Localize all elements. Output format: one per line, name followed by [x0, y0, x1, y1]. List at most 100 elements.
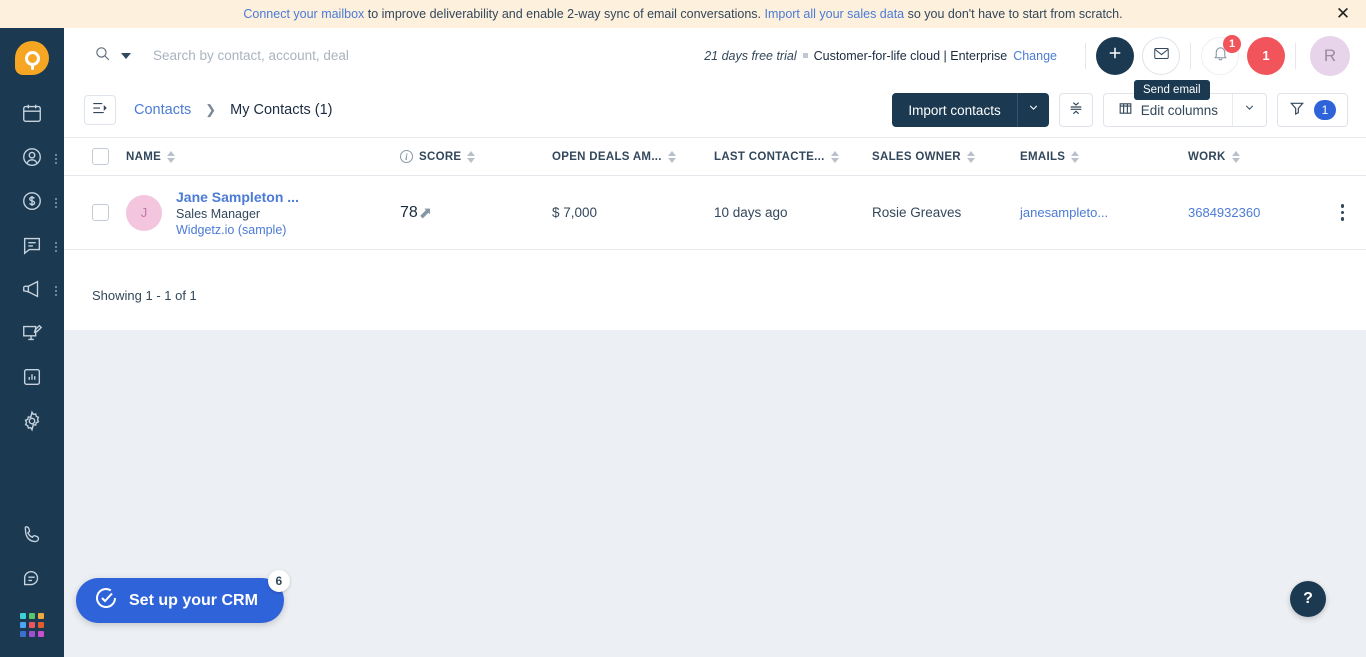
close-icon[interactable]: ✕	[1334, 5, 1352, 23]
table-row[interactable]: J Jane Sampleton ... Sales Manager Widge…	[64, 176, 1366, 250]
notifications-button[interactable]: 1	[1201, 34, 1241, 75]
cell-work-phone[interactable]: 3684932360	[1188, 205, 1328, 220]
sidebar-item-chat-support[interactable]	[0, 559, 64, 603]
sort-icon[interactable]	[966, 150, 975, 163]
column-label: OPEN DEALS AM...	[552, 150, 662, 163]
search-icon[interactable]	[94, 45, 111, 67]
import-contacts-dropdown[interactable]	[1016, 93, 1049, 127]
columns-icon	[1118, 101, 1133, 119]
import-contacts-button[interactable]: Import contacts	[892, 93, 1049, 127]
envelope-icon	[1153, 45, 1170, 67]
sort-icon[interactable]	[667, 150, 676, 163]
sidebar-item-app-switcher[interactable]	[0, 603, 64, 647]
row-density-button[interactable]	[1058, 93, 1093, 127]
sidebar-item-conversations[interactable]	[0, 225, 64, 269]
cell-name: J Jane Sampleton ... Sales Manager Widge…	[126, 189, 400, 237]
filter-button[interactable]: 1	[1277, 93, 1348, 127]
chevron-down-icon	[1243, 101, 1256, 119]
sidebar-item-web-forms[interactable]	[0, 313, 64, 357]
breadcrumb-current: My Contacts (1)	[230, 102, 333, 118]
column-header-emails[interactable]: EMAILS	[1020, 150, 1188, 163]
sidebar-item-marketing[interactable]	[0, 269, 64, 313]
column-label: EMAILS	[1020, 150, 1066, 163]
collapse-rows-icon	[1068, 100, 1084, 121]
add-button[interactable]	[1096, 36, 1134, 75]
promo-banner: Connect your mailbox to improve delivera…	[0, 0, 1366, 28]
connect-mailbox-link[interactable]: Connect your mailbox	[243, 7, 364, 21]
contact-title: Sales Manager	[176, 206, 261, 221]
row-select-cell	[64, 204, 126, 221]
cell-score: 78 ⬈	[400, 203, 552, 223]
cell-row-actions	[1328, 200, 1366, 225]
breadcrumb-contacts[interactable]: Contacts	[134, 102, 191, 118]
select-all-cell	[64, 148, 126, 165]
select-all-checkbox[interactable]	[91, 148, 109, 165]
divider	[1190, 42, 1191, 69]
divider	[1295, 42, 1296, 69]
banner-text-1: to improve deliverability and enable 2-w…	[364, 7, 765, 21]
notification-badge: 1	[1223, 34, 1241, 53]
import-sales-data-link[interactable]: Import all your sales data	[764, 7, 904, 21]
import-contacts-label: Import contacts	[892, 93, 1017, 127]
page-actions: Import contacts Edit columns 1	[892, 93, 1348, 127]
column-label: SCORE	[419, 150, 462, 163]
megaphone-icon	[21, 278, 43, 305]
help-button[interactable]: ?	[1290, 581, 1326, 617]
sort-icon[interactable]	[167, 150, 176, 163]
plus-icon	[1106, 44, 1124, 67]
caret-down-icon[interactable]	[121, 52, 131, 59]
top-app-bar: 21 days free trial Customer-for-life clo…	[64, 28, 1366, 100]
cell-open-deals: $ 7,000	[552, 205, 598, 220]
bar-chart-icon	[21, 366, 43, 393]
sidebar-more-dots[interactable]	[55, 198, 57, 208]
sidebar-item-phone[interactable]	[0, 515, 64, 559]
cell-email[interactable]: janesampleto...	[1020, 205, 1188, 220]
column-header-sales-owner[interactable]: SALES OWNER	[872, 150, 1020, 163]
column-label: NAME	[126, 150, 162, 163]
column-header-name[interactable]: NAME	[126, 150, 400, 163]
contacts-table: NAME i SCORE OPEN DEALS AM... LAST CONTA…	[64, 138, 1366, 318]
sidebar-more-dots[interactable]	[55, 154, 57, 164]
sidebar-item-settings[interactable]	[0, 401, 64, 445]
search-input[interactable]	[153, 48, 483, 63]
sort-icon[interactable]	[1071, 150, 1080, 163]
global-search	[94, 45, 483, 67]
sidebar-more-dots[interactable]	[55, 242, 57, 252]
sort-icon[interactable]	[467, 150, 476, 163]
tasks-count-button[interactable]: 1	[1247, 36, 1285, 75]
column-header-work[interactable]: WORK	[1188, 150, 1328, 163]
column-header-open-deals[interactable]: OPEN DEALS AM...	[552, 150, 714, 163]
panel-toggle-button[interactable]	[84, 95, 116, 125]
chat-icon	[21, 234, 43, 261]
sidebar-item-reports[interactable]	[0, 357, 64, 401]
setup-crm-button[interactable]: Set up your CRM 6	[76, 570, 290, 623]
banner-text-2: so you don't have to start from scratch.	[904, 7, 1123, 21]
person-circle-icon	[21, 146, 43, 173]
sidebar-item-contacts[interactable]	[0, 137, 64, 181]
plan-name: Customer-for-life cloud | Enterprise	[813, 48, 1008, 63]
send-email-button[interactable]: Send email	[1134, 36, 1210, 100]
banner-text: Connect your mailbox to improve delivera…	[243, 7, 1122, 21]
info-icon[interactable]: i	[400, 150, 413, 163]
contact-company-link[interactable]: Widgetz.io (sample)	[176, 223, 299, 237]
edit-columns-dropdown[interactable]	[1232, 94, 1266, 126]
column-label: SALES OWNER	[872, 150, 961, 163]
contact-name-link[interactable]: Jane Sampleton ...	[176, 189, 299, 205]
kebab-menu-icon[interactable]	[1337, 200, 1349, 225]
topbar-actions: Send email 1 1 R	[1075, 34, 1350, 100]
avatar: J	[126, 194, 162, 231]
column-header-score[interactable]: i SCORE	[400, 150, 552, 163]
cell-sales-owner: Rosie Greaves	[872, 205, 962, 220]
sort-icon[interactable]	[830, 150, 839, 163]
freshworks-logo-icon[interactable]	[15, 41, 49, 75]
column-header-last-contacted[interactable]: LAST CONTACTE...	[714, 150, 872, 163]
change-plan-link[interactable]: Change	[1013, 49, 1057, 63]
sidebar-item-calendar[interactable]	[0, 93, 64, 137]
sidebar-more-dots[interactable]	[55, 286, 57, 296]
sidebar-item-deals[interactable]	[0, 181, 64, 225]
showing-count: Showing 1 - 1 of 1	[92, 288, 197, 303]
sort-icon[interactable]	[1231, 150, 1240, 163]
row-checkbox[interactable]	[91, 204, 109, 221]
avatar[interactable]: R	[1310, 35, 1350, 76]
chevron-down-icon	[1027, 101, 1040, 119]
